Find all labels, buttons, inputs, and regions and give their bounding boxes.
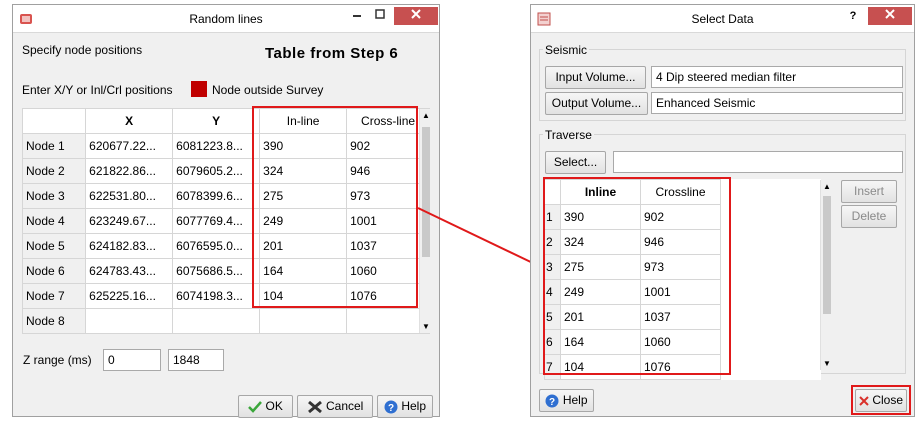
close-x-icon (859, 396, 869, 406)
scroll-thumb[interactable] (823, 196, 831, 314)
cell-empty (721, 355, 821, 380)
input-volume-button[interactable]: Input Volume... (545, 66, 646, 89)
cell-crossline[interactable]: 902 (640, 204, 721, 230)
cell-inline[interactable]: 104 (560, 354, 641, 380)
cell-crossline[interactable]: 1060 (640, 329, 721, 355)
traverse-table-scrollbar[interactable]: ▲ ▼ (820, 180, 832, 370)
close-label: Close (872, 393, 904, 407)
cell-inline[interactable]: 324 (560, 229, 641, 255)
cell-inline[interactable]: 249 (560, 279, 641, 305)
cell-crossline[interactable]: 1001 (640, 279, 721, 305)
close-button[interactable]: Close (855, 389, 907, 412)
cell-empty (721, 230, 821, 255)
table-row: 7 104 1076 (544, 354, 821, 380)
cell-inline[interactable]: 164 (560, 329, 641, 355)
select-button[interactable]: Select... (545, 151, 606, 174)
table-row: 4 249 1001 (544, 279, 821, 305)
table-row: 5 201 1037 (544, 304, 821, 330)
seismic-group-label: Seismic (543, 43, 590, 57)
traverse-table: Inline Crossline 1 390 902 2 324 946 3 2… (544, 179, 821, 380)
cell-inline[interactable]: 275 (560, 254, 641, 280)
output-volume-field[interactable]: Enhanced Seismic (651, 92, 903, 114)
delete-button[interactable]: Delete (841, 205, 897, 228)
table-row: 1 390 902 (544, 204, 821, 230)
traverse-group-label: Traverse (543, 128, 594, 142)
table-row: 6 164 1060 (544, 329, 821, 355)
cell-empty (721, 280, 821, 305)
help-label: Help (562, 393, 588, 407)
cell-crossline[interactable]: 1076 (640, 354, 721, 380)
select-data-window: Select Data ? Seismic Input Volume... 4 … (530, 4, 915, 417)
output-volume-button[interactable]: Output Volume... (545, 92, 648, 115)
select-field[interactable] (613, 151, 903, 173)
help-title-button[interactable]: ? (843, 7, 863, 25)
cell-crossline[interactable]: 973 (640, 254, 721, 280)
cell-crossline[interactable]: 1037 (640, 304, 721, 330)
insert-button[interactable]: Insert (841, 180, 897, 203)
table-row: 3 275 973 (544, 254, 821, 280)
cell-inline[interactable]: 201 (560, 304, 641, 330)
table-row: 2 324 946 (544, 229, 821, 255)
svg-text:?: ? (549, 397, 555, 408)
scroll-down-icon[interactable]: ▼ (823, 359, 831, 368)
table-header: Inline Crossline (544, 179, 821, 205)
corner-cell (544, 179, 561, 205)
input-volume-field[interactable]: 4 Dip steered median filter (651, 66, 903, 88)
title-bar: Select Data ? (531, 5, 914, 33)
row-number[interactable]: 4 (544, 279, 561, 305)
cell-empty (721, 305, 821, 330)
empty-header (720, 179, 821, 205)
row-number[interactable]: 3 (544, 254, 561, 280)
close-icon (885, 9, 895, 19)
help-button[interactable]: ? Help (539, 389, 594, 412)
row-number[interactable]: 1 (544, 204, 561, 230)
cell-empty (721, 330, 821, 355)
cell-inline[interactable]: 390 (560, 204, 641, 230)
row-number[interactable]: 2 (544, 229, 561, 255)
cell-empty (721, 255, 821, 280)
row-number[interactable]: 7 (544, 354, 561, 380)
row-number[interactable]: 6 (544, 329, 561, 355)
column-header-crossline[interactable]: Crossline (640, 179, 721, 205)
column-header-inline[interactable]: Inline (560, 179, 641, 205)
row-number[interactable]: 5 (544, 304, 561, 330)
close-window-button[interactable] (868, 7, 912, 25)
help-icon: ? (545, 394, 559, 408)
scroll-up-icon[interactable]: ▲ (823, 182, 831, 191)
cell-crossline[interactable]: 946 (640, 229, 721, 255)
cell-empty (721, 205, 821, 230)
